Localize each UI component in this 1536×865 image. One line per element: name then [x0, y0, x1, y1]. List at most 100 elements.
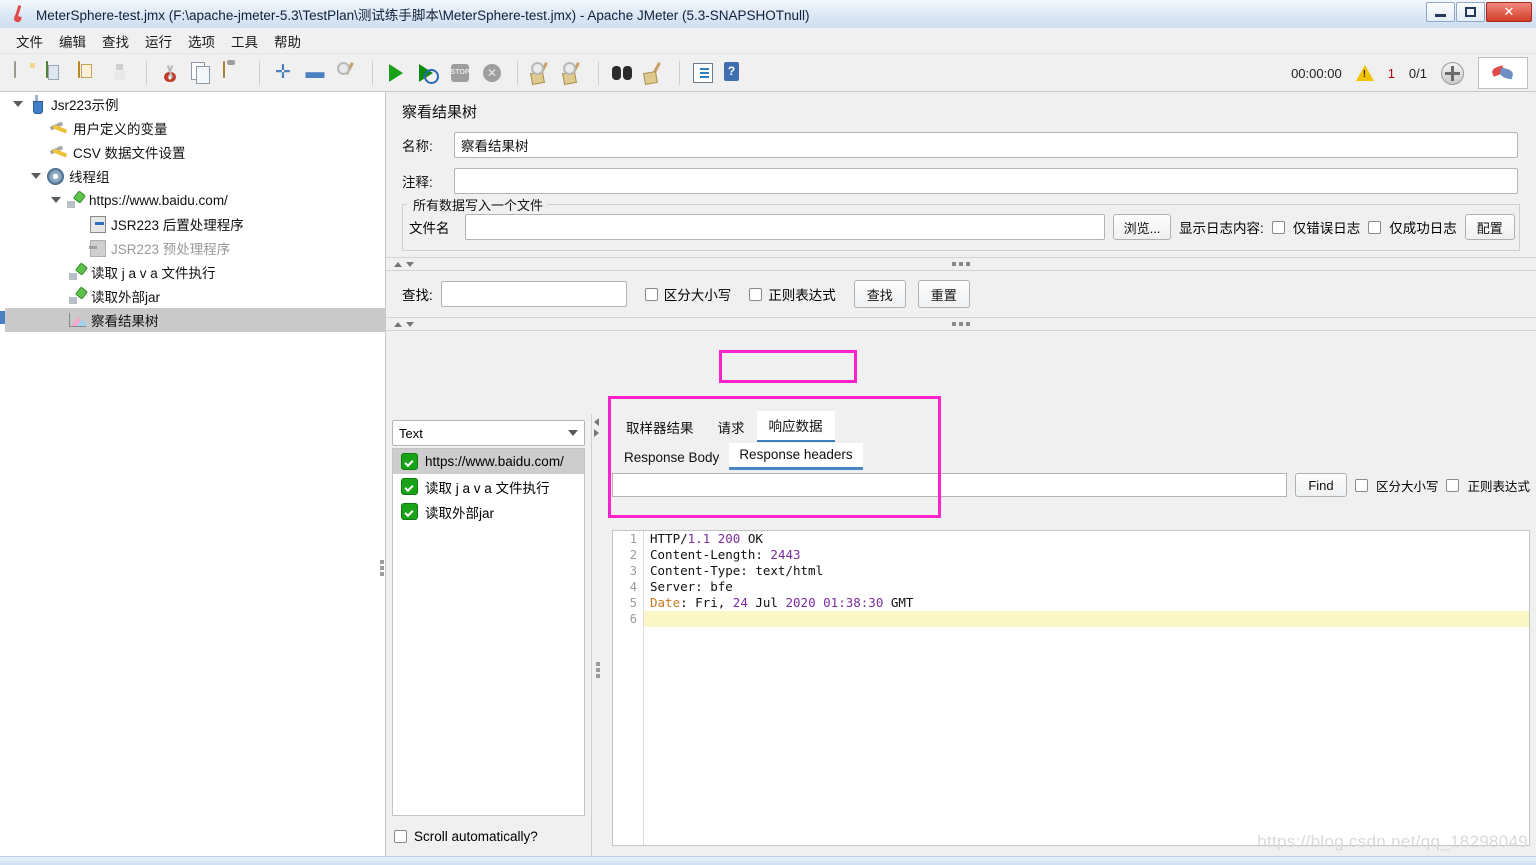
list-item[interactable]: 读取 j a v a 文件执行 [393, 474, 584, 499]
tree-node-label: JSR223 预处理程序 [111, 242, 231, 257]
thread-group-icon [45, 166, 65, 186]
shutdown-button[interactable]: ✕ [477, 58, 507, 88]
search-case-sensitive-checkbox[interactable] [644, 287, 658, 301]
chevron-down-icon[interactable] [9, 92, 27, 116]
tree-node-read-java-file[interactable]: 读取 j a v a 文件执行 [5, 260, 385, 284]
tree-node-csv-data-set[interactable]: CSV 数据文件设置 [5, 140, 385, 164]
splitter-bar-bottom[interactable] [386, 317, 1536, 331]
minimize-button[interactable] [1426, 2, 1455, 22]
tree-node-label: 读取外部jar [91, 290, 161, 305]
reset-search-icon[interactable] [639, 58, 669, 88]
function-helper-icon[interactable] [688, 58, 718, 88]
results-splitter[interactable] [592, 414, 604, 856]
new-button[interactable] [10, 58, 40, 88]
response-case-sensitive-checkbox[interactable] [1354, 478, 1368, 492]
paste-button[interactable] [219, 58, 249, 88]
open-button[interactable] [74, 58, 104, 88]
warning-icon[interactable] [1355, 65, 1374, 81]
split-handle-vertical[interactable] [379, 554, 385, 582]
menu-help[interactable]: 帮助 [266, 28, 309, 54]
collapse-all-button[interactable]: ▬ [300, 58, 330, 88]
splitter-arrows[interactable] [594, 418, 599, 437]
line-number: 6 [629, 612, 637, 626]
tree-node-user-variables[interactable]: 用户定义的变量 [5, 116, 385, 140]
tab-request[interactable]: 请求 [706, 413, 757, 442]
splitter-bar-top[interactable] [386, 257, 1536, 271]
menu-tools[interactable]: 工具 [223, 28, 266, 54]
test-plan-tree-panel: Jsr223示例 用户定义的变量 CSV 数据文件设置 线程组 https://… [0, 92, 386, 856]
tab-response-headers[interactable]: Response headers [729, 443, 863, 470]
configure-button[interactable]: 配置 [1464, 214, 1515, 240]
search-input[interactable] [440, 281, 627, 307]
start-no-pauses-button[interactable] [413, 58, 443, 88]
tree-node-read-external-jar[interactable]: 读取外部jar [5, 284, 385, 308]
response-regex-checkbox[interactable] [1446, 478, 1460, 492]
clear-all-button[interactable] [558, 58, 588, 88]
comment-input[interactable] [454, 168, 1518, 194]
jmeter-logo-icon[interactable] [1478, 57, 1528, 89]
collapse-up-icon[interactable] [394, 261, 402, 267]
scroll-automatically-checkbox[interactable] [394, 830, 407, 843]
list-item[interactable]: https://www.baidu.com/ [393, 449, 584, 474]
clear-button[interactable] [526, 58, 556, 88]
chevron-down-icon[interactable] [568, 430, 578, 436]
errors-only-checkbox[interactable] [1271, 220, 1285, 234]
renderer-select[interactable]: Text [392, 420, 585, 446]
save-button[interactable] [106, 58, 136, 88]
splitter-grip[interactable] [952, 262, 970, 266]
splitter-grip[interactable] [952, 322, 970, 326]
find-button[interactable]: 查找 [853, 280, 906, 308]
sample-result-list[interactable]: https://www.baidu.com/ 读取 j a v a 文件执行 读… [392, 448, 585, 816]
response-find-button[interactable]: Find [1294, 473, 1347, 497]
response-find-input[interactable] [612, 473, 1287, 497]
chevron-down-icon[interactable] [27, 164, 45, 188]
chevron-down-icon[interactable] [47, 188, 65, 212]
browse-button[interactable]: 浏览... [1113, 214, 1171, 240]
tree-node-test-plan[interactable]: Jsr223示例 [5, 92, 385, 116]
collapse-up-icon[interactable] [394, 321, 402, 327]
list-item-label: https://www.baidu.com/ [425, 454, 564, 469]
search-row: 查找: 区分大小写 正则表达式 查找 重置 [386, 271, 1536, 317]
templates-button[interactable] [42, 58, 72, 88]
tree-node-view-results-tree[interactable]: 察看结果树 [5, 308, 385, 332]
search-icon[interactable] [607, 58, 637, 88]
response-headers-text[interactable]: 1 2 3 4 5 6 HTTP/1.1 200 OK Content-Leng… [612, 530, 1530, 846]
search-label: 查找: [402, 288, 433, 303]
success-icon [401, 478, 418, 495]
tree-node-jsr223-postprocessor[interactable]: JSR223 后置处理程序 [5, 212, 385, 236]
close-button[interactable]: ✕ [1486, 2, 1532, 22]
reset-button[interactable]: 重置 [917, 280, 970, 308]
tree-node-http-baidu[interactable]: https://www.baidu.com/ [5, 188, 385, 212]
name-input[interactable]: 察看结果树 [454, 132, 1518, 158]
menu-file[interactable]: 文件 [8, 28, 51, 54]
expand-all-button[interactable]: ✛ [268, 58, 298, 88]
collapse-down-icon[interactable] [406, 261, 414, 267]
success-only-checkbox[interactable] [1368, 220, 1382, 234]
stop-button[interactable]: STOP [445, 58, 475, 88]
tab-response-data[interactable]: 响应数据 [756, 411, 835, 442]
maximize-button[interactable] [1456, 2, 1485, 22]
menu-search[interactable]: 查找 [94, 28, 137, 54]
crosshair-icon[interactable] [1441, 61, 1464, 85]
response-case-sensitive-label: 区分大小写 [1375, 479, 1439, 494]
tree-node-thread-group[interactable]: 线程组 [5, 164, 385, 188]
response-headers-code[interactable]: HTTP/1.1 200 OK Content-Length: 2443 Con… [644, 531, 1529, 845]
log-display-label: 显示日志内容: [1179, 221, 1264, 236]
menu-options[interactable]: 选项 [180, 28, 223, 54]
search-regex-checkbox[interactable] [749, 287, 763, 301]
filename-input[interactable] [465, 214, 1105, 240]
copy-button[interactable] [187, 58, 217, 88]
list-item[interactable]: 读取外部jar [393, 499, 584, 524]
tree-node-jsr223-preprocessor[interactable]: JSR223 预处理程序 [5, 236, 385, 260]
tab-response-body[interactable]: Response Body [614, 446, 729, 470]
collapse-down-icon[interactable] [406, 321, 414, 327]
toggle-button[interactable] [332, 58, 362, 88]
start-button[interactable] [381, 58, 411, 88]
menu-edit[interactable]: 编辑 [51, 28, 94, 54]
menu-run[interactable]: 运行 [137, 28, 180, 54]
help-icon[interactable]: ? [720, 58, 750, 88]
cut-button[interactable] [155, 58, 185, 88]
splitter-grip[interactable] [596, 662, 600, 678]
tab-sampler-result[interactable]: 取样器结果 [614, 413, 706, 442]
